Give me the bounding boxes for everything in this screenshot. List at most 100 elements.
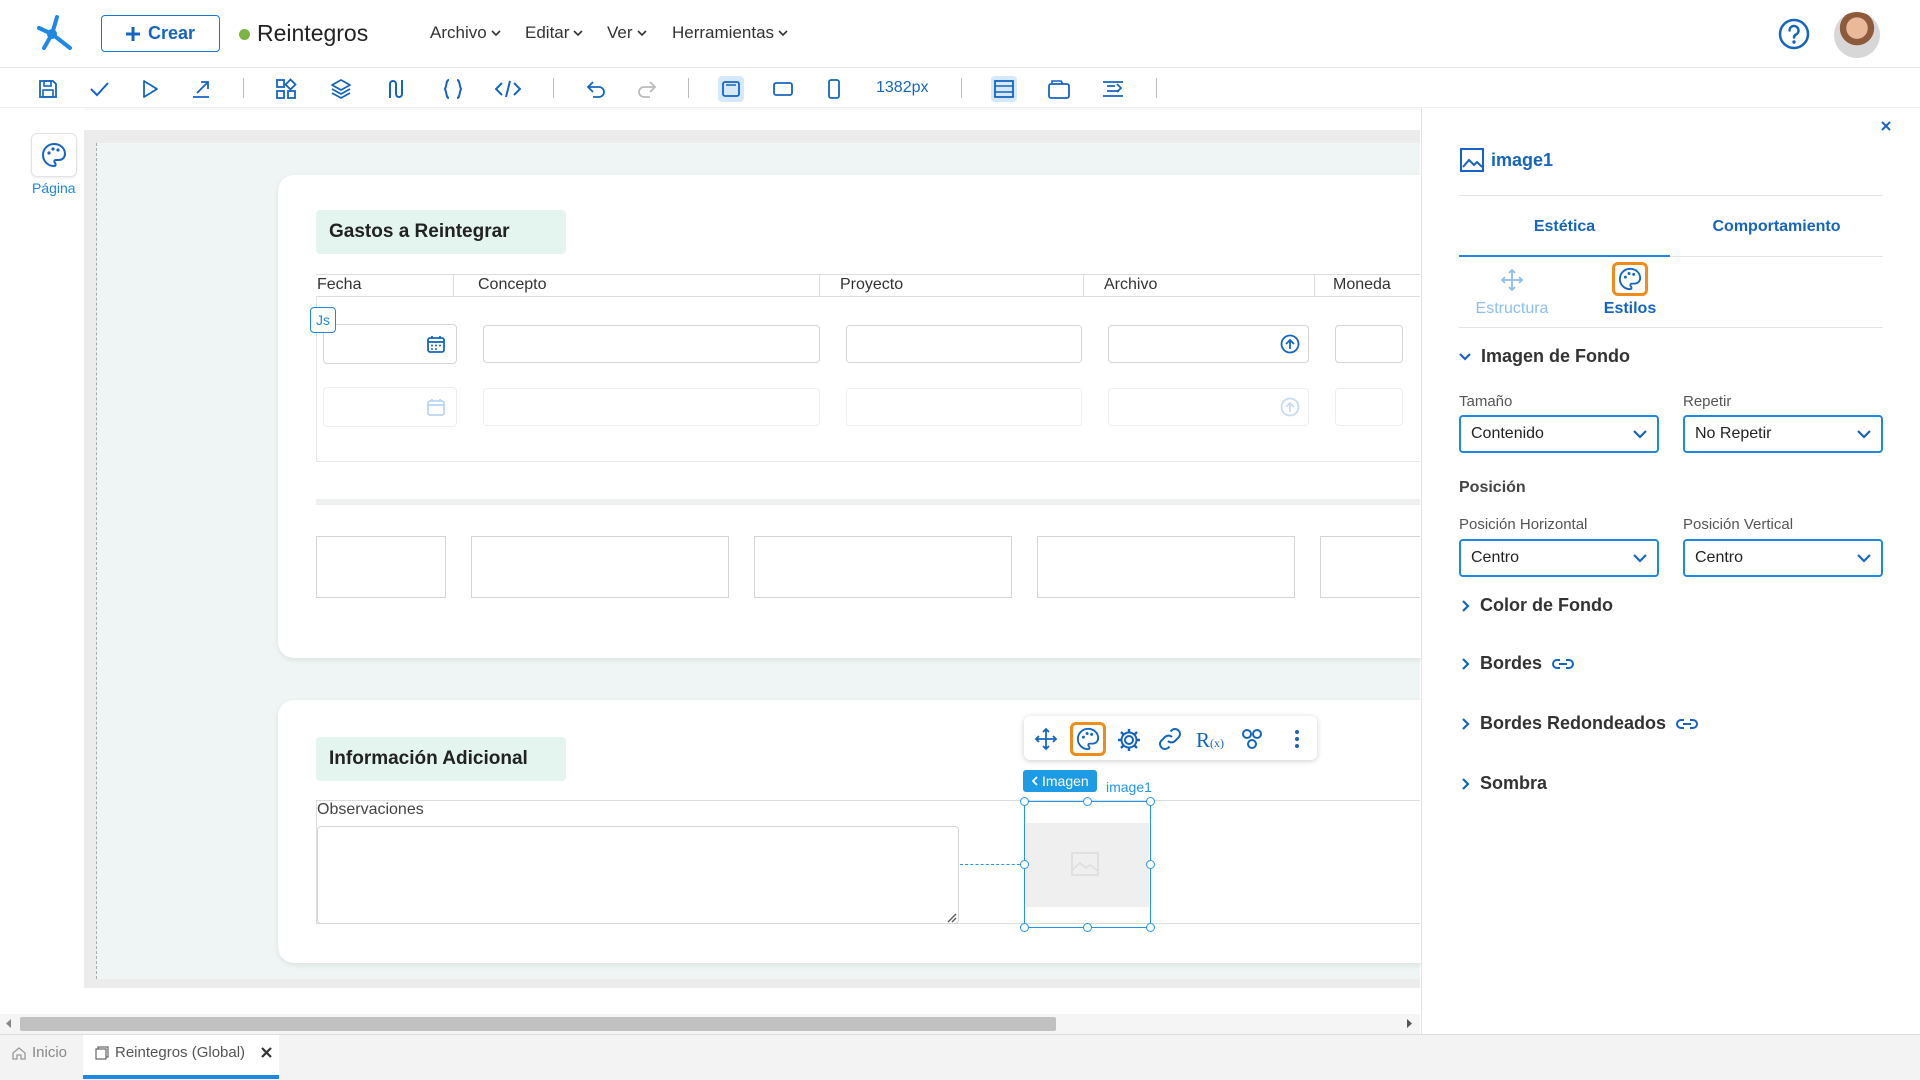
page-styles-button[interactable] bbox=[31, 133, 77, 177]
menu-editar-label: Editar bbox=[525, 23, 570, 42]
subtab-estilos[interactable]: Estilos bbox=[1592, 300, 1668, 318]
menu-herramientas[interactable]: Herramientas bbox=[672, 23, 788, 43]
flow-icon[interactable] bbox=[383, 76, 409, 102]
left-strip bbox=[0, 108, 84, 1034]
tablet-view-icon[interactable] bbox=[770, 76, 796, 102]
totals-cell[interactable] bbox=[471, 536, 729, 598]
tab-estetica[interactable]: Estética bbox=[1459, 218, 1670, 236]
table-header-top-line bbox=[316, 274, 1420, 275]
column-header-fecha[interactable]: Fecha bbox=[317, 276, 361, 294]
canvas-width-readout[interactable]: 1382px bbox=[876, 79, 929, 97]
components-icon[interactable] bbox=[273, 76, 299, 102]
palette-icon bbox=[1076, 727, 1100, 751]
scrollbar-thumb[interactable] bbox=[20, 1017, 1056, 1031]
calendar-icon[interactable] bbox=[427, 335, 445, 353]
subtab-estilos-button[interactable] bbox=[1612, 262, 1648, 296]
concept-input[interactable] bbox=[483, 325, 820, 363]
close-icon[interactable] bbox=[1880, 120, 1892, 132]
project-input[interactable] bbox=[846, 325, 1082, 363]
toolbar-divider bbox=[243, 78, 244, 98]
column-header-moneda[interactable]: Moneda bbox=[1333, 276, 1391, 294]
menu-ver[interactable]: Ver bbox=[607, 23, 647, 43]
section-shadow[interactable]: Sombra bbox=[1461, 773, 1547, 794]
observations-textarea[interactable] bbox=[317, 826, 959, 924]
desktop-view-icon[interactable] bbox=[718, 76, 744, 102]
parent-selector-chip[interactable]: Imagen bbox=[1023, 770, 1097, 792]
section-background-image[interactable]: Imagen de Fondo bbox=[1459, 346, 1630, 367]
align-icon[interactable] bbox=[1100, 76, 1126, 102]
app-logo[interactable] bbox=[34, 12, 76, 54]
repeat-select[interactable]: No Repetir bbox=[1683, 415, 1883, 453]
section-title-additional[interactable]: Información Adicional bbox=[316, 737, 566, 781]
totals-cell[interactable] bbox=[754, 536, 1012, 598]
size-label: Tamaño bbox=[1459, 393, 1513, 410]
section-title-expenses[interactable]: Gastos a Reintegrar bbox=[316, 210, 566, 254]
publish-icon[interactable] bbox=[188, 76, 214, 102]
chevron-right-icon bbox=[1461, 657, 1470, 670]
create-button[interactable]: Crear bbox=[101, 15, 220, 52]
chevron-down-icon bbox=[778, 29, 788, 37]
resize-handle[interactable] bbox=[1020, 860, 1029, 869]
column-header-archivo[interactable]: Archivo bbox=[1104, 276, 1157, 294]
section-borders[interactable]: Bordes bbox=[1461, 653, 1574, 674]
link-icon[interactable] bbox=[1676, 718, 1699, 730]
upload-icon[interactable] bbox=[1280, 334, 1300, 354]
user-avatar[interactable] bbox=[1834, 12, 1880, 58]
close-tab-icon[interactable] bbox=[261, 1047, 272, 1058]
section-rounded-borders[interactable]: Bordes Redondeados bbox=[1461, 713, 1699, 734]
tab-current-content[interactable]: Reintegros (Global) bbox=[95, 1044, 272, 1061]
file-input[interactable] bbox=[1108, 325, 1309, 363]
currency-input[interactable] bbox=[1335, 325, 1403, 363]
resize-handle[interactable] bbox=[1083, 797, 1092, 806]
chevron-down-icon bbox=[1633, 553, 1647, 563]
resize-handle[interactable] bbox=[1146, 923, 1155, 932]
menu-editar[interactable]: Editar bbox=[525, 23, 583, 43]
redo-icon[interactable] bbox=[634, 76, 660, 102]
totals-cell[interactable] bbox=[1037, 536, 1295, 598]
braces-icon[interactable] bbox=[440, 76, 466, 102]
js-badge[interactable]: Js bbox=[310, 307, 336, 333]
check-icon[interactable] bbox=[86, 76, 112, 102]
resize-handle[interactable] bbox=[1083, 923, 1092, 932]
help-icon[interactable] bbox=[1778, 18, 1810, 50]
link-icon[interactable] bbox=[1552, 658, 1574, 670]
mobile-view-icon[interactable] bbox=[821, 76, 847, 102]
section-background-color[interactable]: Color de Fondo bbox=[1461, 595, 1613, 616]
settings-icon[interactable] bbox=[1116, 727, 1142, 753]
totals-cell[interactable] bbox=[1320, 536, 1420, 598]
window-icon[interactable] bbox=[1046, 76, 1072, 102]
formula-icon[interactable]: R(x) bbox=[1196, 728, 1224, 753]
move-icon[interactable] bbox=[1500, 268, 1524, 292]
column-divider bbox=[453, 274, 454, 296]
save-icon[interactable] bbox=[35, 76, 61, 102]
move-icon[interactable] bbox=[1034, 727, 1058, 751]
scroll-left-icon[interactable] bbox=[6, 1019, 12, 1028]
column-divider bbox=[819, 274, 820, 296]
play-icon[interactable] bbox=[137, 76, 163, 102]
column-header-concepto[interactable]: Concepto bbox=[478, 276, 547, 294]
status-dot bbox=[239, 29, 250, 40]
horizontal-position-select[interactable]: Centro bbox=[1459, 539, 1659, 577]
resize-handle[interactable] bbox=[1146, 860, 1155, 869]
resize-handle-icon[interactable] bbox=[945, 911, 957, 923]
styles-action-button[interactable] bbox=[1070, 722, 1106, 756]
variables-icon[interactable] bbox=[1240, 727, 1264, 751]
column-header-proyecto[interactable]: Proyecto bbox=[840, 276, 903, 294]
undo-icon[interactable] bbox=[583, 76, 609, 102]
tab-comportamiento[interactable]: Comportamiento bbox=[1670, 218, 1883, 236]
scroll-right-icon[interactable] bbox=[1406, 1019, 1412, 1028]
size-select[interactable]: Contenido bbox=[1459, 415, 1659, 453]
code-icon[interactable] bbox=[495, 76, 521, 102]
resize-handle[interactable] bbox=[1020, 797, 1029, 806]
totals-cell[interactable] bbox=[316, 536, 446, 598]
link-icon[interactable] bbox=[1158, 727, 1182, 751]
subtab-estructura[interactable]: Estructura bbox=[1472, 300, 1552, 318]
resize-handle[interactable] bbox=[1020, 923, 1029, 932]
tab-home[interactable]: Inicio bbox=[12, 1044, 67, 1061]
menu-archivo[interactable]: Archivo bbox=[430, 23, 501, 43]
page-layout-icon[interactable] bbox=[991, 76, 1017, 102]
resize-handle[interactable] bbox=[1146, 797, 1155, 806]
layers-icon[interactable] bbox=[328, 76, 354, 102]
more-options-icon[interactable] bbox=[1285, 727, 1309, 751]
vertical-position-select[interactable]: Centro bbox=[1683, 539, 1883, 577]
